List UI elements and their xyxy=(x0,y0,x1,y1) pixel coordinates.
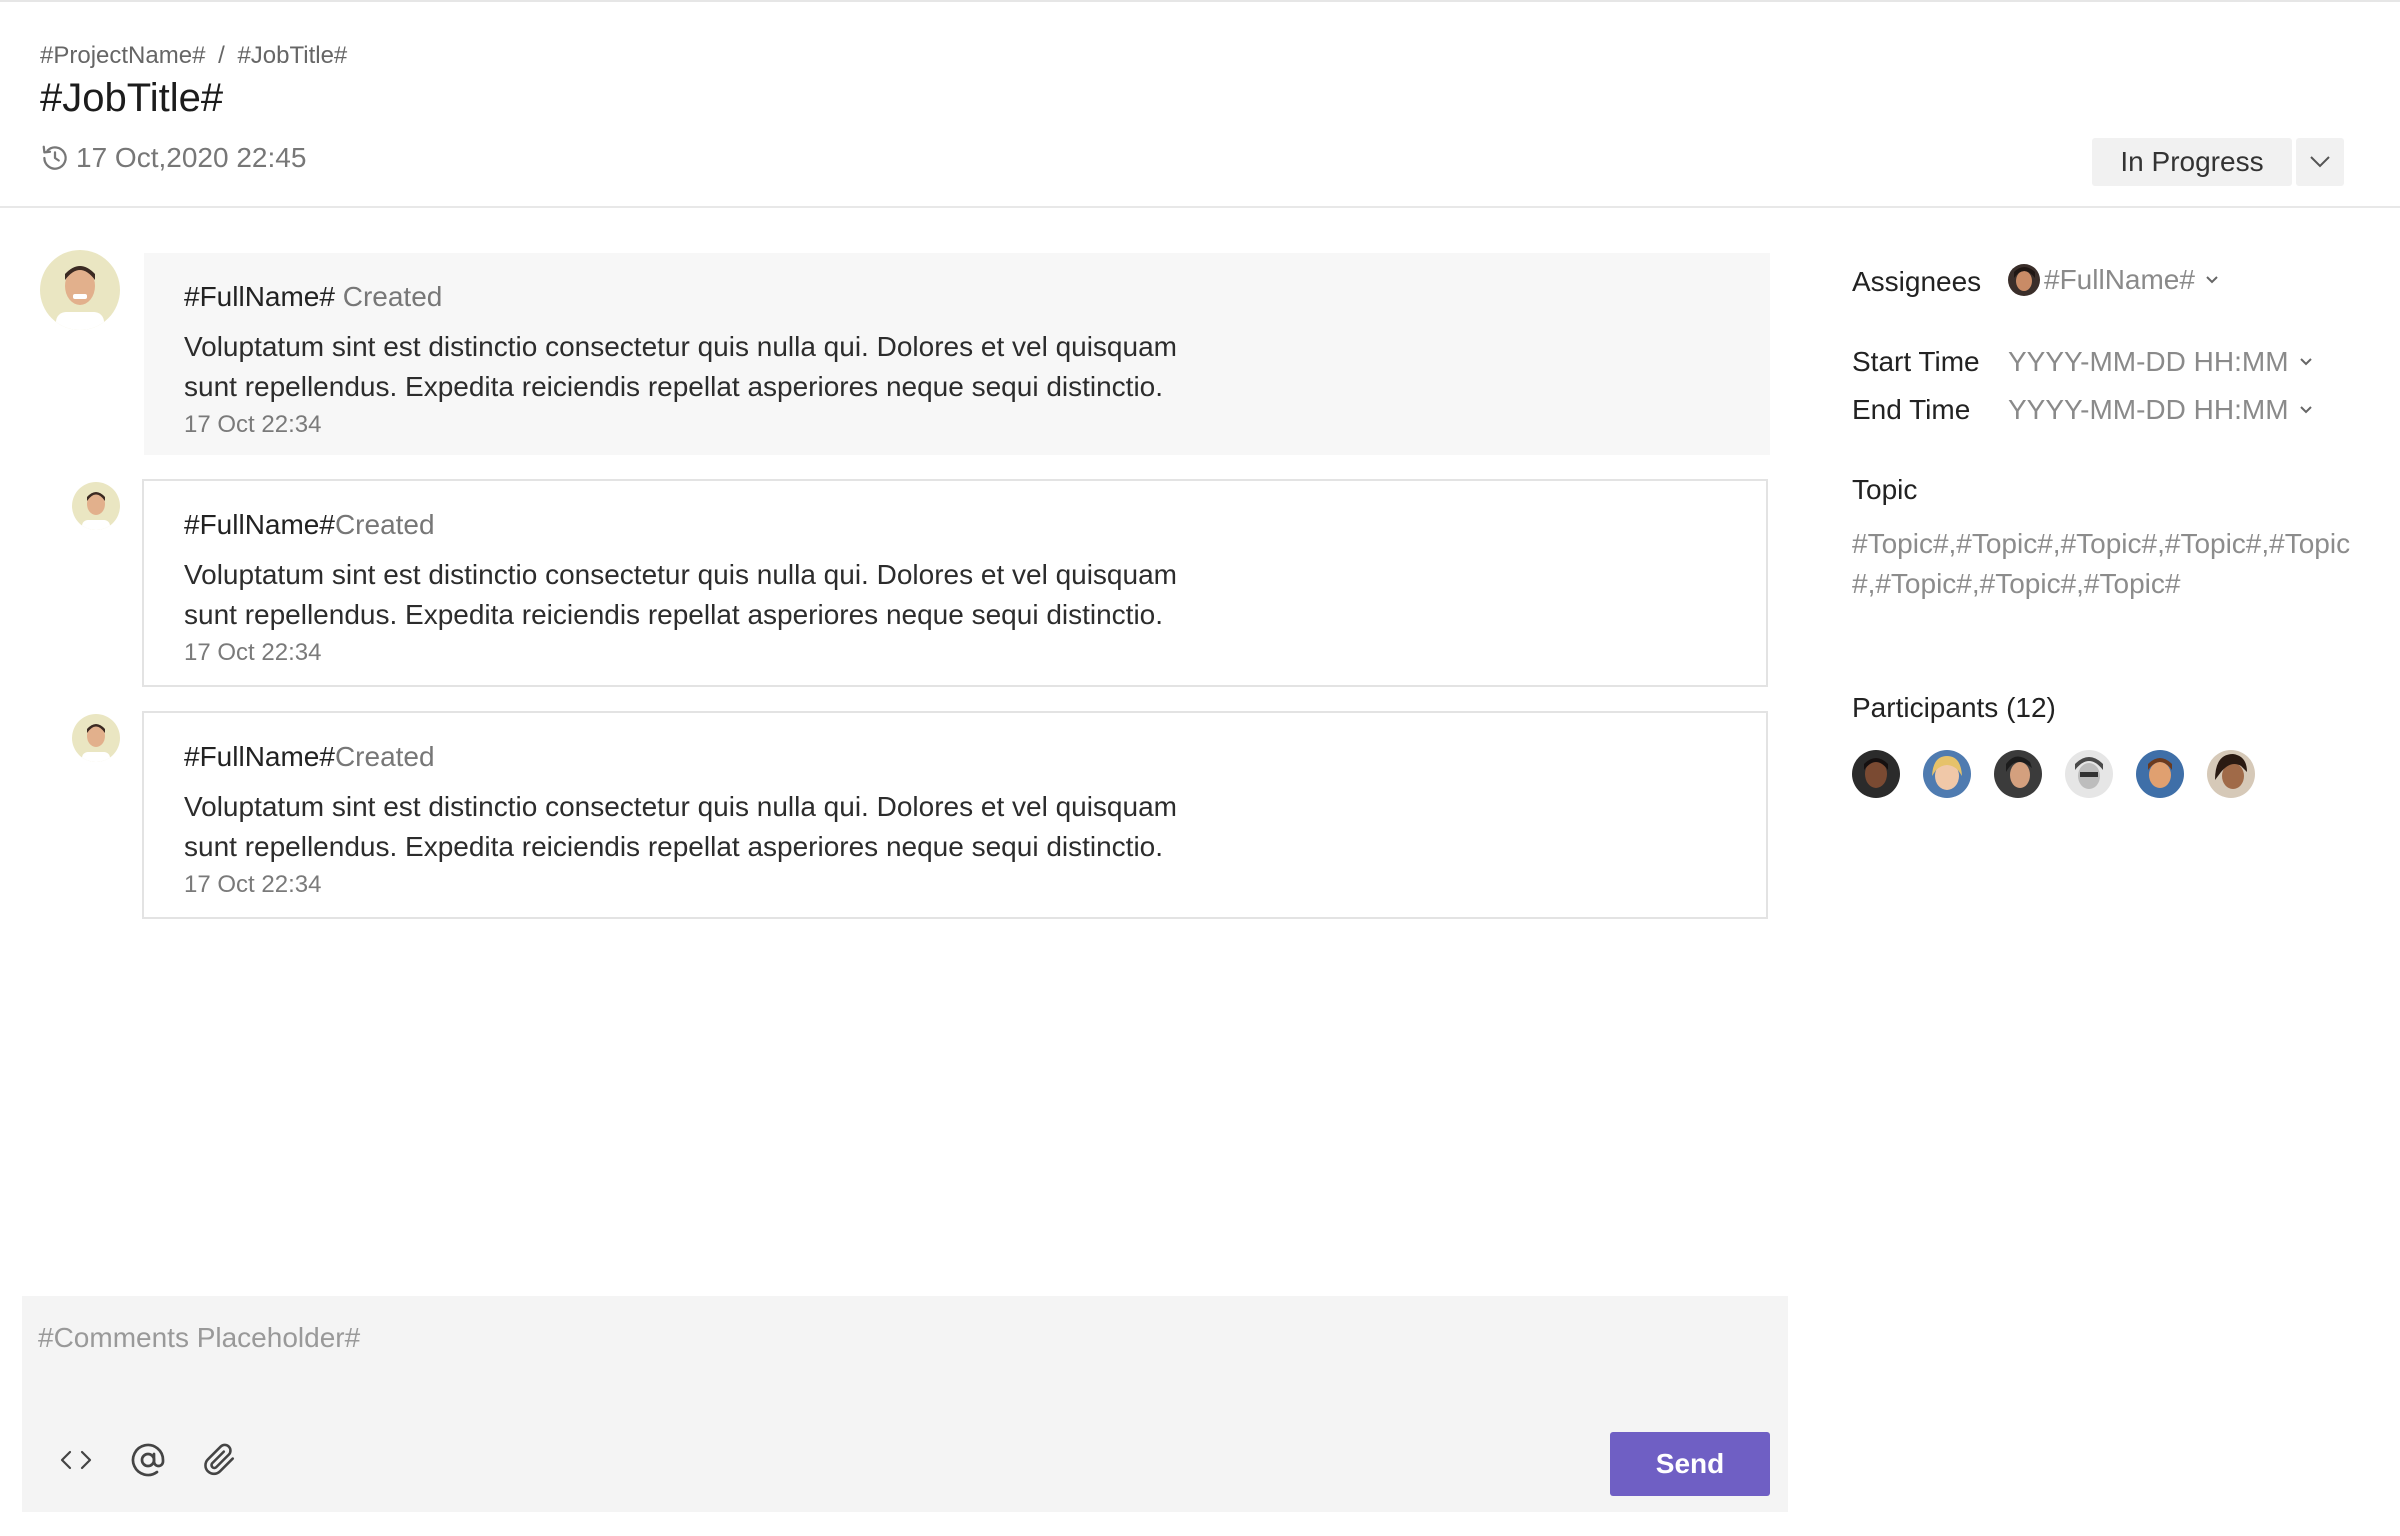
status-dropdown[interactable]: In Progress xyxy=(2092,138,2344,186)
activity-time: 17 Oct 22:34 xyxy=(184,871,322,898)
code-tool-button[interactable] xyxy=(54,1438,98,1482)
activity-action: Created xyxy=(334,741,435,772)
participant-list xyxy=(1852,750,2278,798)
participant-avatar[interactable] xyxy=(2065,750,2113,798)
start-time-picker[interactable]: YYYY-MM-DD HH:MM xyxy=(2008,346,2313,378)
paperclip-icon xyxy=(204,1443,235,1476)
participant-avatar[interactable] xyxy=(2207,750,2255,798)
status-caret-button[interactable] xyxy=(2296,138,2344,186)
breadcrumb: #ProjectName# / #JobTitle# xyxy=(40,42,347,70)
activity-time: 17 Oct 22:34 xyxy=(184,639,322,666)
author-name[interactable]: #FullName# xyxy=(184,741,335,772)
activity-title: #FullName# Created xyxy=(184,281,442,313)
end-time-picker[interactable]: YYYY-MM-DD HH:MM xyxy=(2008,394,2313,426)
assignee-name[interactable]: #FullName# xyxy=(2044,264,2195,296)
comment-input[interactable] xyxy=(38,1322,1738,1382)
participant-avatar[interactable] xyxy=(1852,750,1900,798)
activity-text-line: sunt repellendus. Expedita reiciendis re… xyxy=(184,599,1164,630)
page-header: #ProjectName# / #JobTitle# #JobTitle# 17… xyxy=(0,2,2400,208)
chevron-down-icon xyxy=(2299,358,2312,366)
assignee-avatar xyxy=(2008,264,2040,296)
chevron-down-icon xyxy=(2299,406,2312,414)
activity-text-line: Voluptatum sint est distinctio consectet… xyxy=(184,791,1177,822)
activity-text-line: sunt repellendus. Expedita reiciendis re… xyxy=(184,831,1164,862)
assignee-dropdown[interactable]: #FullName# xyxy=(2008,264,2219,296)
activity-card: #FullName#Created Voluptatum sint est di… xyxy=(142,479,1768,687)
attach-tool-button[interactable] xyxy=(198,1438,242,1482)
avatar xyxy=(72,714,120,762)
topic-label: Topic xyxy=(1852,474,1918,505)
activity-text-line: sunt repellendus. Expedita reiciendis re… xyxy=(184,371,1164,402)
at-mention-icon xyxy=(131,1443,165,1477)
assignees-label: Assignees xyxy=(1852,266,1982,297)
author-name[interactable]: #FullName# xyxy=(184,509,335,540)
author-name[interactable]: #FullName# xyxy=(184,281,335,312)
breadcrumb-project[interactable]: #ProjectName# xyxy=(40,42,205,69)
activity-body: Voluptatum sint est distinctio consectet… xyxy=(184,327,1324,407)
participant-avatar[interactable] xyxy=(1923,750,1971,798)
page-title: #JobTitle# xyxy=(40,76,224,120)
participants-label: Participants (12) xyxy=(1852,692,2056,723)
updated-timestamp: 17 Oct,2020 22:45 xyxy=(76,142,307,173)
code-icon xyxy=(60,1450,92,1470)
activity-action: Created xyxy=(334,509,435,540)
start-time-label: Start Time xyxy=(1852,346,1980,377)
avatar xyxy=(40,250,120,330)
participant-avatar[interactable] xyxy=(2136,750,2184,798)
mention-tool-button[interactable] xyxy=(126,1438,170,1482)
chevron-down-icon xyxy=(2310,156,2330,168)
avatar xyxy=(72,482,120,530)
end-time-value[interactable]: YYYY-MM-DD HH:MM xyxy=(2008,394,2289,426)
activity-body: Voluptatum sint est distinctio consectet… xyxy=(184,555,1324,635)
activity-body: Voluptatum sint est distinctio consectet… xyxy=(184,787,1324,867)
activity-time: 17 Oct 22:34 xyxy=(184,411,322,438)
activity-card: #FullName#Created Voluptatum sint est di… xyxy=(142,711,1768,919)
comment-editor: Send xyxy=(22,1296,1788,1512)
start-time-value[interactable]: YYYY-MM-DD HH:MM xyxy=(2008,346,2289,378)
breadcrumb-job[interactable]: #JobTitle# xyxy=(237,42,347,69)
timestamp-meta: 17 Oct,2020 22:45 xyxy=(40,142,306,174)
send-button[interactable]: Send xyxy=(1610,1432,1770,1496)
breadcrumb-separator: / xyxy=(218,42,225,69)
end-time-label: End Time xyxy=(1852,394,1971,425)
status-label[interactable]: In Progress xyxy=(2092,138,2292,186)
activity-action: Created xyxy=(342,281,443,312)
activity-text-line: Voluptatum sint est distinctio consectet… xyxy=(184,559,1177,590)
activity-title: #FullName#Created xyxy=(184,741,435,773)
chevron-down-icon xyxy=(2206,276,2218,284)
topic-list[interactable]: #Topic#,#Topic#,#Topic#,#Topic#,#Topic#,… xyxy=(1852,524,2370,604)
activity-card: #FullName# Created Voluptatum sint est d… xyxy=(144,253,1770,455)
activity-text-line: Voluptatum sint est distinctio consectet… xyxy=(184,331,1177,362)
activity-title: #FullName#Created xyxy=(184,509,435,541)
history-icon xyxy=(42,145,67,170)
participant-avatar[interactable] xyxy=(1994,750,2042,798)
